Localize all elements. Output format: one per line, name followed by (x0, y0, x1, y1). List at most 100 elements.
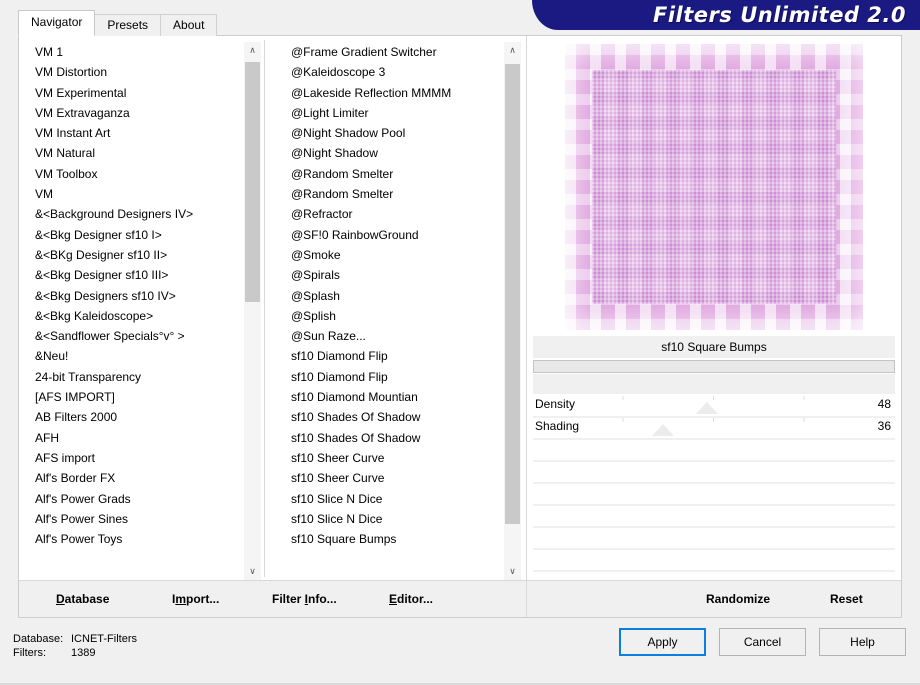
category-list-item[interactable]: &<Background Designers IV> (23, 204, 244, 224)
filter-list-item[interactable]: @Random Smelter (281, 164, 504, 184)
slider-thumb[interactable] (652, 424, 675, 436)
category-list-item-label: Alf's Power Sines (35, 511, 128, 526)
filter-list-item[interactable]: @Refractor (281, 204, 504, 224)
filter-list-item[interactable]: sf10 Diamond Flip (281, 367, 504, 387)
category-list-item[interactable]: AFS import (23, 448, 244, 468)
filters-label: Filters: (13, 647, 46, 659)
editor-button[interactable]: Editor... (389, 592, 433, 606)
category-list-item-label: Alf's Border FX (35, 471, 116, 486)
scroll-down-icon[interactable]: ∨ (244, 563, 261, 580)
filter-list-item[interactable]: @Kaleidoscope 3 (281, 62, 504, 82)
filter-list-item-label: @Splish (291, 308, 336, 323)
category-list-item[interactable]: VM Natural (23, 143, 244, 163)
scroll-down-icon[interactable]: ∨ (504, 563, 521, 580)
reset-button[interactable]: Reset (830, 592, 863, 606)
filter-list-item[interactable]: sf10 Shades Of Shadow (281, 428, 504, 448)
preview-area[interactable] (527, 40, 901, 334)
filter-list-item[interactable]: @Light Limiter (281, 103, 504, 123)
category-list-item[interactable]: Alf's Power Toys (23, 529, 244, 549)
slider-row[interactable]: Density 48 (533, 396, 895, 418)
tab-about[interactable]: About (160, 14, 218, 36)
button-label: Help (850, 635, 875, 649)
category-list-item[interactable]: Alf's Power Sines (23, 509, 244, 529)
filter-list-item-label: @Smoke (291, 247, 341, 262)
category-list-item[interactable]: 24-bit Transparency (23, 367, 244, 387)
category-list-item[interactable]: &<Sandflower Specials°v° > (23, 326, 244, 346)
cancel-button[interactable]: Cancel (719, 628, 806, 656)
filter-list-item[interactable]: sf10 Sheer Curve (281, 448, 504, 468)
filter-info-button[interactable]: Filter Info... (272, 592, 337, 606)
filter-list-item[interactable]: sf10 Slice N Dice (281, 509, 504, 529)
slider-thumb[interactable] (695, 402, 718, 414)
filter-list-item[interactable]: sf10 Diamond Mountian (281, 387, 504, 407)
apply-button[interactable]: Apply (619, 628, 706, 656)
scrollbar-thumb[interactable] (505, 64, 520, 524)
category-list-item[interactable]: &<Bkg Designer sf10 III> (23, 265, 244, 285)
filter-list-item-label: sf10 Diamond Mountian (291, 390, 418, 405)
filter-list-item[interactable]: sf10 Slice N Dice (281, 489, 504, 509)
category-list-item[interactable]: &<Bkg Designer sf10 I> (23, 225, 244, 245)
filter-list-item[interactable]: @Smoke (281, 245, 504, 265)
filter-list-item[interactable]: @Night Shadow Pool (281, 123, 504, 143)
slider-row[interactable]: Shading 36 (533, 418, 895, 440)
category-list-item[interactable]: Alf's Power Grads (23, 489, 244, 509)
filter-list-item[interactable]: @Splish (281, 306, 504, 326)
category-list-item-label: &<BKg Designer sf10 II> (35, 247, 168, 262)
filter-list-item-label: @Light Limiter (291, 105, 369, 120)
category-list[interactable]: VM 1 VM Distortion VM Experimental VM Extra… (23, 42, 261, 580)
category-list-item-label: &<Bkg Designer sf10 III> (35, 268, 169, 283)
category-list-item-label: VM Toolbox (35, 166, 98, 181)
help-button[interactable]: Help (819, 628, 906, 656)
scroll-up-icon[interactable]: ∧ (244, 42, 261, 59)
filter-list[interactable]: @Frame Gradient Switcher @Kaleidoscope 3 @… (281, 42, 521, 580)
preview-pane: sf10 Square Bumps Density 48 Shading 36 (526, 36, 901, 617)
category-list-item[interactable]: &<BKg Designer sf10 II> (23, 245, 244, 265)
category-list-item[interactable]: VM Extravaganza (23, 103, 244, 123)
slider-ticks (533, 418, 895, 422)
randomize-button[interactable]: Randomize (706, 592, 770, 606)
filter-list-item[interactable]: sf10 Diamond Flip (281, 346, 504, 366)
category-list-item[interactable]: VM Instant Art (23, 123, 244, 143)
filter-list-item[interactable]: @Sun Raze... (281, 326, 504, 346)
filter-list-item[interactable]: sf10 Shades Of Shadow (281, 407, 504, 427)
filter-list-scrollbar[interactable]: ∧ ∨ (504, 42, 521, 580)
category-list-item[interactable]: AFH (23, 428, 244, 448)
action-bar: Database Import... Filter Info... Editor… (19, 580, 901, 617)
filter-list-item[interactable]: @Spirals (281, 265, 504, 285)
category-list-item-label: VM Experimental (35, 85, 127, 100)
database-button[interactable]: Database (56, 592, 109, 606)
filter-list-item[interactable]: @Splash (281, 286, 504, 306)
filter-list-item[interactable]: @Random Smelter (281, 184, 504, 204)
scroll-up-icon[interactable]: ∧ (504, 42, 521, 59)
filter-list-item[interactable]: @Lakeside Reflection MMMM (281, 83, 504, 103)
filter-list-item-label: sf10 Shades Of Shadow (291, 430, 421, 445)
filter-preview-image[interactable] (565, 44, 863, 330)
filter-list-item[interactable]: @Night Shadow (281, 143, 504, 163)
category-list-item-label: &<Sandflower Specials°v° > (35, 329, 185, 344)
category-list-item[interactable]: &<Bkg Designers sf10 IV> (23, 286, 244, 306)
category-list-item[interactable]: [AFS IMPORT] (23, 387, 244, 407)
category-list-item[interactable]: &<Bkg Kaleidoscope> (23, 306, 244, 326)
filter-list-item[interactable]: sf10 Square Bumps (281, 529, 504, 549)
filter-list-item[interactable]: @SF!0 RainbowGround (281, 225, 504, 245)
filter-list-item-label: sf10 Shades Of Shadow (291, 410, 421, 425)
tab-presets[interactable]: Presets (94, 14, 162, 36)
app-title-banner: Filters Unlimited 2.0 (532, 0, 920, 30)
filter-list-item[interactable]: @Frame Gradient Switcher (281, 42, 504, 62)
tab-navigator[interactable]: Navigator (18, 10, 96, 36)
category-list-item[interactable]: VM (23, 184, 244, 204)
category-list-item[interactable]: VM Experimental (23, 83, 244, 103)
category-list-item[interactable]: &Neu! (23, 346, 244, 366)
category-list-item-label: &<Bkg Designer sf10 I> (35, 227, 162, 242)
category-list-item[interactable]: VM 1 (23, 42, 244, 62)
category-list-scrollbar[interactable]: ∧ ∨ (244, 42, 261, 580)
category-list-item[interactable]: VM Toolbox (23, 164, 244, 184)
category-list-item-label: VM Natural (35, 146, 96, 161)
category-list-item[interactable]: VM Distortion (23, 62, 244, 82)
filter-list-item[interactable]: sf10 Sheer Curve (281, 468, 504, 488)
slider-label: Shading (535, 419, 580, 433)
category-list-item[interactable]: AB Filters 2000 (23, 407, 244, 427)
scrollbar-thumb[interactable] (245, 62, 260, 302)
import-button[interactable]: Import... (172, 592, 219, 606)
category-list-item[interactable]: Alf's Border FX (23, 468, 244, 488)
